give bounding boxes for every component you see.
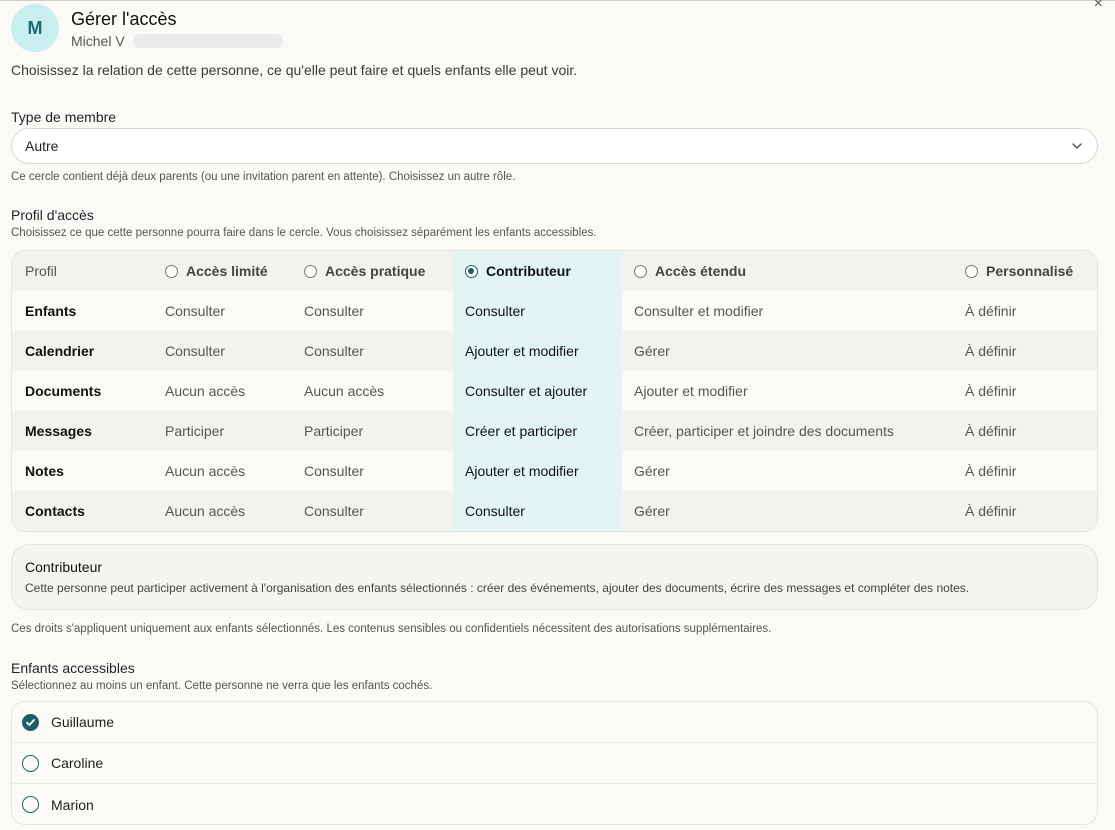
matrix-row-label: Notes	[25, 463, 64, 479]
radio-icon	[634, 264, 647, 278]
matrix-cell: Participer	[304, 423, 364, 439]
intro-text: Choisissez la relation de cette personne…	[11, 62, 578, 78]
children-hint: Sélectionnez au moins un enfant. Cette p…	[11, 680, 433, 692]
matrix-cell: Consulter	[304, 343, 364, 359]
matrix-corner-label: Profil	[25, 263, 57, 279]
top-border	[0, 0, 1115, 1]
matrix-cell: Consulter et modifier	[634, 303, 764, 319]
child-option-guillaume[interactable]: Guillaume	[12, 702, 1097, 743]
profile-option-label: Contributeur	[486, 263, 571, 279]
checkmark-icon	[26, 718, 35, 726]
check-circle-icon	[22, 713, 39, 731]
profile-option-label: Accès étendu	[655, 263, 747, 279]
matrix-cell: Consulter et ajouter	[465, 383, 588, 399]
profile-option-label: Accès limité	[186, 263, 268, 279]
matrix-cell: Participer	[165, 423, 225, 439]
matrix-cell: Créer et participer	[465, 423, 578, 439]
access-profile-label: Profil d'accès	[11, 207, 94, 223]
access-profile-matrix: Profil Accès limité Accès pratique Contr…	[11, 250, 1098, 532]
matrix-row-label: Contacts	[25, 503, 85, 519]
matrix-cell: À définir	[965, 463, 1017, 479]
matrix-cell: À définir	[965, 503, 1017, 519]
child-name: Caroline	[51, 755, 104, 771]
matrix-cell: Consulter	[304, 303, 364, 319]
profile-option-acces-etendu[interactable]: Accès étendu	[634, 251, 746, 291]
empty-circle-icon	[22, 796, 39, 813]
matrix-cell: À définir	[965, 383, 1017, 399]
children-list: Guillaume Caroline Marion	[11, 701, 1098, 825]
profile-description-text: Cette personne peut participer activemen…	[25, 581, 970, 595]
radio-selected-icon	[465, 264, 478, 278]
children-label: Enfants accessibles	[11, 660, 135, 676]
matrix-cell: Consulter	[165, 343, 225, 359]
profile-description-card: Contributeur Cette personne peut partici…	[11, 544, 1098, 610]
matrix-cell: Consulter	[304, 463, 364, 479]
matrix-cell: Ajouter et modifier	[465, 463, 579, 479]
user-name: Michel V	[71, 33, 125, 49]
matrix-cell: À définir	[965, 343, 1017, 359]
matrix-row-label: Calendrier	[25, 343, 95, 359]
empty-circle-icon	[22, 754, 39, 772]
rights-note: Ces droits s'appliquent uniquement aux e…	[11, 623, 772, 635]
matrix-cell: Aucun accès	[165, 383, 246, 399]
access-profile-hint: Choisissez ce que cette personne pourra …	[11, 227, 597, 239]
child-option-caroline[interactable]: Caroline	[12, 743, 1097, 784]
matrix-cell: Consulter	[465, 303, 525, 319]
radio-icon	[304, 264, 317, 278]
avatar: M	[11, 4, 59, 52]
matrix-cell: Aucun accès	[304, 383, 385, 399]
matrix-cell: À définir	[965, 303, 1017, 319]
matrix-cell: À définir	[965, 423, 1017, 439]
matrix-cell: Ajouter et modifier	[634, 383, 748, 399]
matrix-row-label: Messages	[25, 423, 92, 439]
member-type-label: Type de membre	[11, 109, 117, 125]
matrix-cell: Créer, participer et joindre des documen…	[634, 423, 894, 439]
child-name: Guillaume	[51, 714, 115, 730]
matrix-cell: Aucun accès	[165, 503, 246, 519]
matrix-cell: Ajouter et modifier	[465, 343, 579, 359]
child-option-marion[interactable]: Marion	[12, 784, 1097, 824]
dialog-title: Gérer l'accès	[71, 9, 177, 29]
member-type-value: Autre	[25, 138, 59, 154]
chevron-down-icon	[1072, 143, 1082, 149]
profile-option-acces-limite[interactable]: Accès limité	[165, 251, 268, 291]
redacted-email	[132, 34, 283, 48]
matrix-row-label: Enfants	[25, 303, 77, 319]
dialog-header: M Gérer l'accès Michel V	[11, 4, 283, 52]
profile-option-personnalise[interactable]: Personnalisé	[965, 251, 1073, 291]
matrix-cell: Consulter	[304, 503, 364, 519]
user-identity: Michel V	[71, 33, 283, 49]
radio-icon	[165, 264, 178, 278]
profile-option-label: Accès pratique	[325, 263, 426, 279]
matrix-cell: Consulter	[165, 303, 225, 319]
matrix-row-label: Documents	[25, 383, 102, 399]
profile-option-contributeur[interactable]: Contributeur	[465, 251, 571, 291]
matrix-cell: Gérer	[634, 503, 670, 519]
matrix-cell: Gérer	[634, 463, 670, 479]
profile-description-title: Contributeur	[25, 559, 103, 575]
radio-icon	[965, 264, 978, 278]
member-type-hint: Ce cercle contient déjà deux parents (ou…	[11, 171, 516, 183]
header-text: Gérer l'accès Michel V	[71, 7, 283, 49]
member-type-select[interactable]: Autre	[11, 128, 1098, 164]
close-icon[interactable]: ×	[1094, 0, 1103, 12]
child-name: Marion	[51, 796, 94, 813]
matrix-cell: Gérer	[634, 343, 670, 359]
profile-option-label: Personnalisé	[986, 263, 1074, 279]
profile-option-acces-pratique[interactable]: Accès pratique	[304, 251, 425, 291]
matrix-cell: Aucun accès	[165, 463, 246, 479]
matrix-cell: Consulter	[465, 503, 525, 519]
